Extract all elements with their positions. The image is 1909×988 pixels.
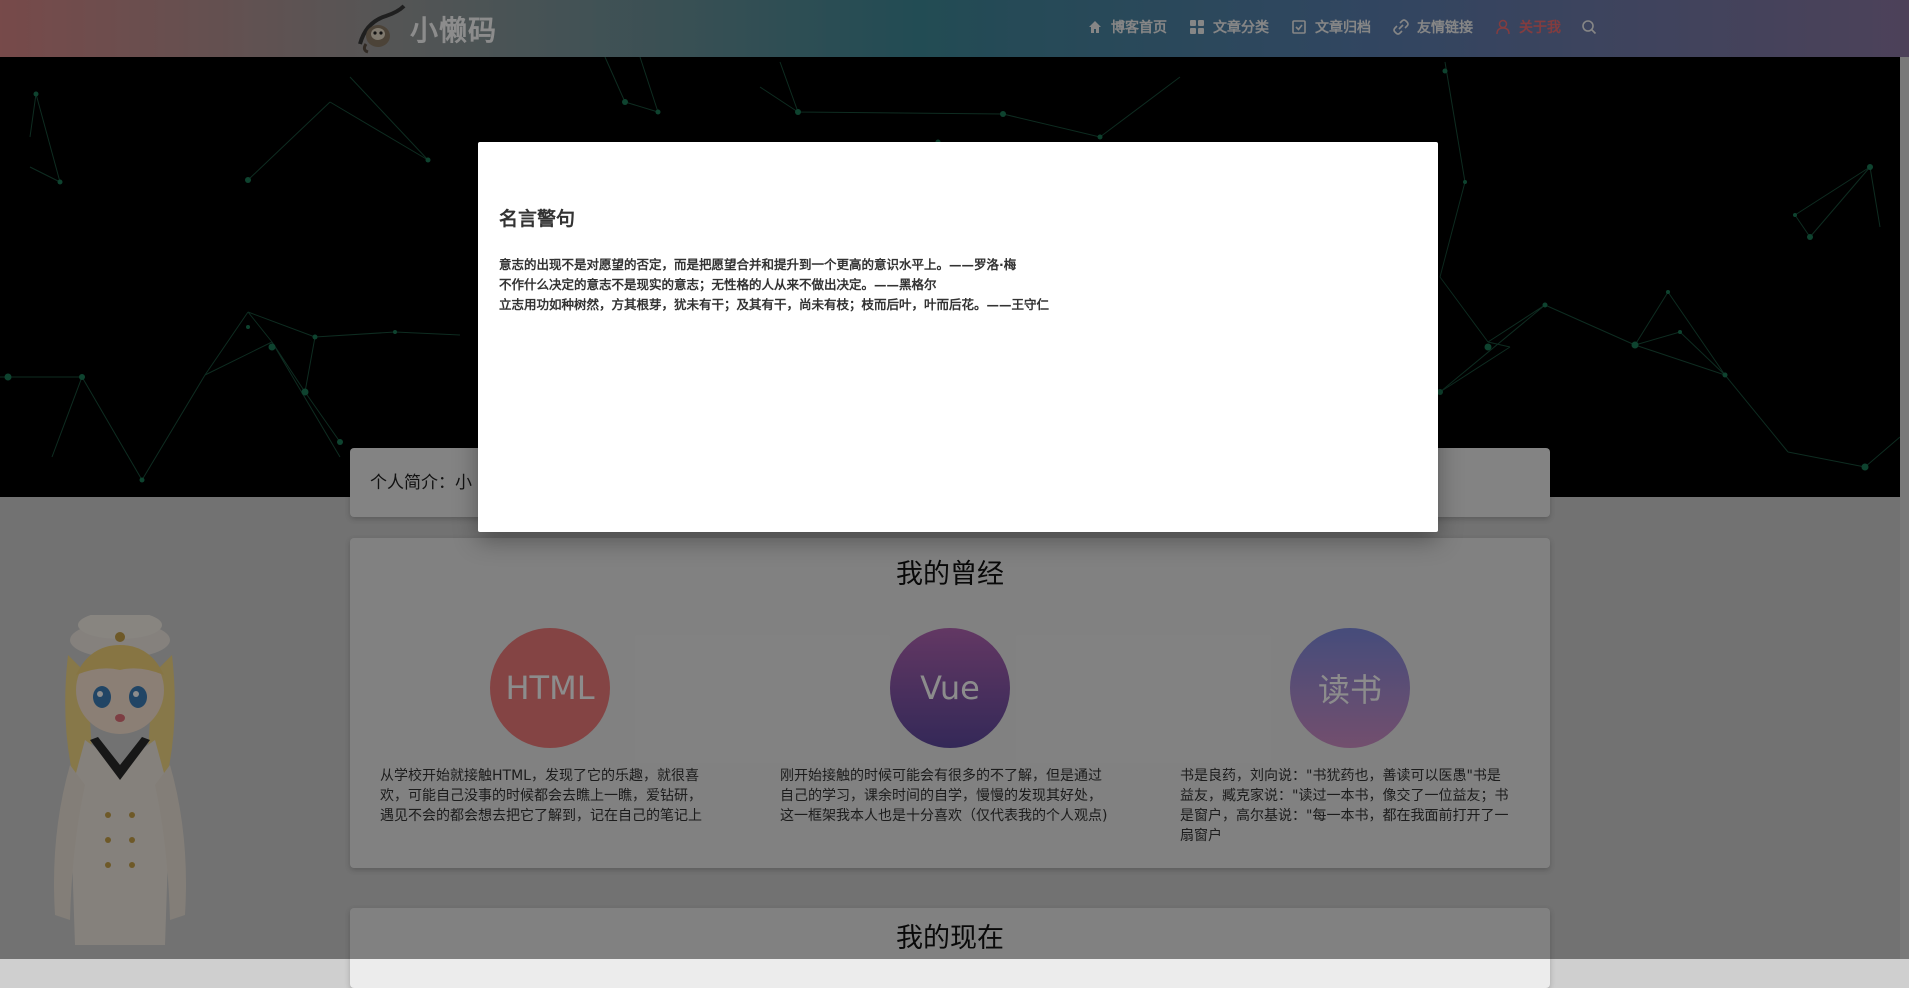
- quotes-modal: 名言警句 意志的出现不是对愿望的否定，而是把愿望合并和提升到一个更高的意识水平上…: [478, 142, 1438, 532]
- quote-line: 立志用功如种树然，方其根芽，犹未有干；及其有干，尚未有枝；枝而后叶，叶而后花。—…: [499, 297, 1050, 312]
- modal-title: 名言警句: [499, 208, 576, 230]
- quote-line: 不作什么决定的意志不是现实的意志；无性格的人从来不做出决定。——黑格尔: [499, 277, 937, 292]
- quote-line: 意志的出现不是对愿望的否定，而是把愿望合并和提升到一个更高的意识水平上。——罗洛…: [499, 257, 1017, 272]
- modal-quotes: 意志的出现不是对愿望的否定，而是把愿望合并和提升到一个更高的意识水平上。——罗洛…: [499, 255, 1049, 315]
